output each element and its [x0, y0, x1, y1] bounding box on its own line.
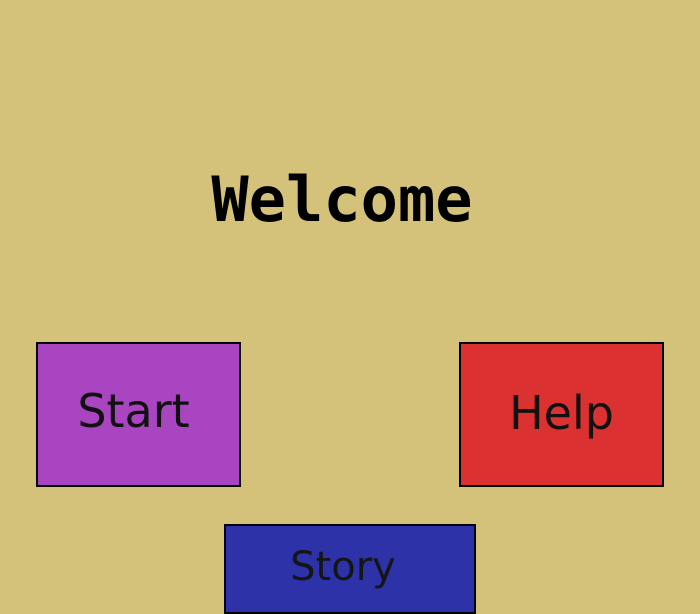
help-button-label: Help	[509, 385, 614, 440]
start-button[interactable]: Start	[36, 342, 241, 487]
start-button-label: Start	[77, 383, 190, 438]
help-button[interactable]: Help	[459, 342, 664, 487]
story-button[interactable]: Story	[224, 524, 476, 614]
story-button-label: Story	[290, 544, 396, 590]
welcome-title: Welcome	[211, 163, 473, 236]
